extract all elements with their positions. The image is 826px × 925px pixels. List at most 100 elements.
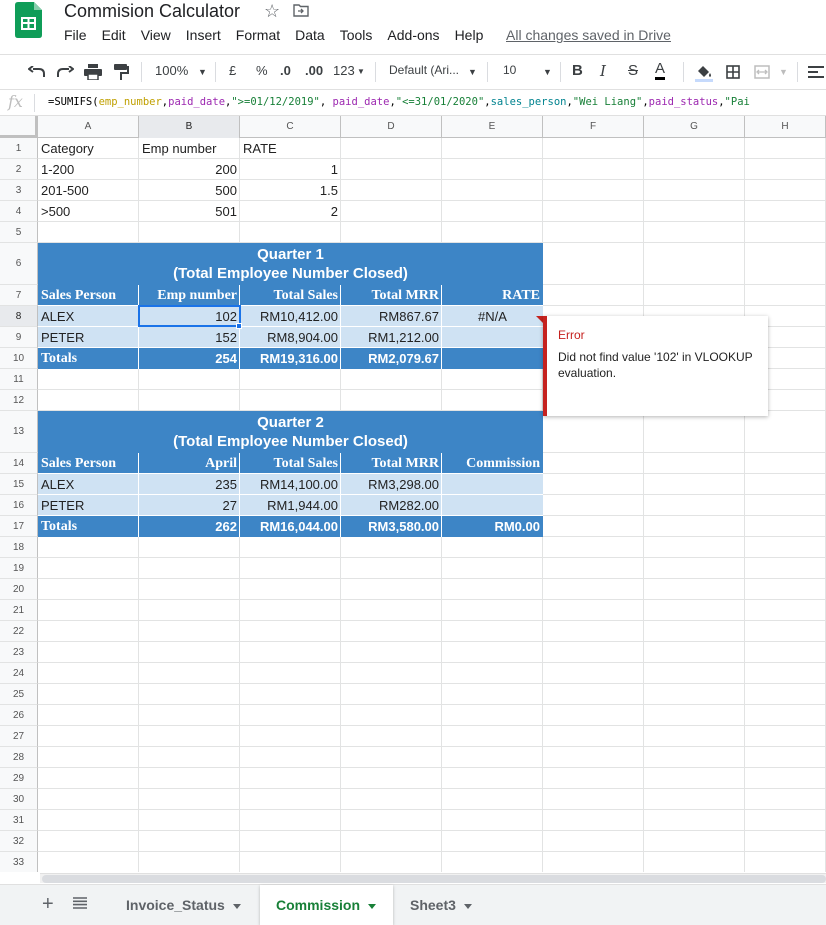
row-header-20[interactable]: 20 bbox=[0, 579, 38, 600]
text-color-button[interactable]: A bbox=[655, 60, 666, 80]
column-header-f[interactable]: F bbox=[543, 116, 644, 138]
paint-format-icon[interactable] bbox=[113, 64, 129, 80]
q1-data-cell: PETER bbox=[41, 330, 85, 345]
decrease-decimal-button[interactable]: .0 bbox=[280, 63, 291, 78]
column-header-h[interactable]: H bbox=[745, 116, 826, 138]
more-formats-dropdown-icon[interactable]: ▼ bbox=[357, 67, 365, 76]
move-to-folder-icon[interactable] bbox=[293, 4, 309, 17]
column-header-b[interactable]: B bbox=[139, 116, 240, 138]
tab-commission[interactable]: Commission bbox=[260, 885, 393, 925]
row-header-22[interactable]: 22 bbox=[0, 621, 38, 642]
merge-dropdown-icon[interactable]: ▼ bbox=[779, 67, 788, 77]
row-header-21[interactable]: 21 bbox=[0, 600, 38, 621]
scrollbar-thumb[interactable] bbox=[42, 875, 826, 883]
percent-format-button[interactable]: % bbox=[256, 63, 268, 78]
add-sheet-icon[interactable]: + bbox=[42, 893, 54, 916]
spreadsheet-grid[interactable]: A B C D E F G H 1 2 3 4 5 6 7 8 9 10 11 12 13 14 15 16 17 18 19 20 2… bbox=[0, 116, 826, 872]
currency-format-button[interactable]: £ bbox=[229, 63, 236, 78]
row-header-1[interactable]: 1 bbox=[0, 138, 38, 159]
row-header-11[interactable]: 11 bbox=[0, 369, 38, 390]
row-header-6[interactable]: 6 bbox=[0, 243, 38, 285]
row-header-30[interactable]: 30 bbox=[0, 789, 38, 810]
row-header-15[interactable]: 15 bbox=[0, 474, 38, 495]
font-size-select[interactable]: 10 bbox=[503, 63, 516, 77]
font-family-select[interactable]: Default (Ari... bbox=[389, 63, 459, 77]
menu-data[interactable]: Data bbox=[295, 27, 325, 43]
row-header-17[interactable]: 17 bbox=[0, 516, 38, 537]
column-header-g[interactable]: G bbox=[644, 116, 745, 138]
row-header-31[interactable]: 31 bbox=[0, 810, 38, 831]
select-all-corner[interactable] bbox=[0, 116, 38, 138]
formula-input[interactable]: =SUMIFS(emp_number,paid_date,">=01/12/20… bbox=[48, 96, 750, 108]
menu-addons[interactable]: Add-ons bbox=[387, 27, 439, 43]
tab-dropdown-icon[interactable] bbox=[232, 903, 241, 909]
more-formats-button[interactable]: 123 bbox=[333, 63, 355, 78]
tab-dropdown-icon[interactable] bbox=[463, 903, 472, 909]
row-header-28[interactable]: 28 bbox=[0, 747, 38, 768]
column-header-a[interactable]: A bbox=[38, 116, 139, 138]
merge-cells-icon[interactable] bbox=[754, 65, 770, 79]
grid-line bbox=[38, 599, 826, 600]
fx-icon: fx bbox=[8, 92, 23, 111]
menu-tools[interactable]: Tools bbox=[340, 27, 373, 43]
font-family-dropdown-icon[interactable]: ▼ bbox=[468, 67, 477, 77]
zoom-dropdown-icon[interactable]: ▼ bbox=[198, 67, 207, 77]
horizontal-scrollbar[interactable] bbox=[40, 873, 826, 883]
font-size-dropdown-icon[interactable]: ▼ bbox=[543, 67, 552, 77]
row-header-33[interactable]: 33 bbox=[0, 852, 38, 872]
strikethrough-button[interactable]: S bbox=[628, 62, 638, 79]
fill-color-icon[interactable] bbox=[695, 63, 713, 83]
row-header-27[interactable]: 27 bbox=[0, 726, 38, 747]
star-icon[interactable]: ☆ bbox=[264, 1, 280, 22]
q2-data-cell: RM3,298.00 bbox=[368, 477, 439, 492]
grid-line bbox=[38, 830, 826, 831]
increase-decimal-button[interactable]: .00 bbox=[305, 63, 323, 78]
row-header-2[interactable]: 2 bbox=[0, 159, 38, 180]
tab-invoice-status[interactable]: Invoice_Status bbox=[110, 885, 260, 925]
tab-dropdown-icon[interactable] bbox=[368, 903, 377, 909]
menu-edit[interactable]: Edit bbox=[102, 27, 126, 43]
row-header-12[interactable]: 12 bbox=[0, 390, 38, 411]
row-header-14[interactable]: 14 bbox=[0, 453, 38, 474]
all-sheets-menu-icon[interactable] bbox=[73, 897, 87, 909]
column-header-c[interactable]: C bbox=[240, 116, 341, 138]
row-header-23[interactable]: 23 bbox=[0, 642, 38, 663]
row-header-5[interactable]: 5 bbox=[0, 222, 38, 243]
row-header-10[interactable]: 10 bbox=[0, 348, 38, 369]
row-header-26[interactable]: 26 bbox=[0, 705, 38, 726]
row-header-3[interactable]: 3 bbox=[0, 180, 38, 201]
tab-sheet3[interactable]: Sheet3 bbox=[394, 885, 494, 925]
cell: RATE bbox=[243, 141, 277, 156]
menu-help[interactable]: Help bbox=[455, 27, 484, 43]
horizontal-align-icon[interactable] bbox=[808, 66, 824, 78]
row-header-7[interactable]: 7 bbox=[0, 285, 38, 306]
row-header-13[interactable]: 13 bbox=[0, 411, 38, 453]
menu-format[interactable]: Format bbox=[236, 27, 280, 43]
row-header-9[interactable]: 9 bbox=[0, 327, 38, 348]
sheets-logo-icon[interactable] bbox=[15, 2, 42, 38]
row-header-29[interactable]: 29 bbox=[0, 768, 38, 789]
row-header-8[interactable]: 8 bbox=[0, 306, 38, 327]
save-status-link[interactable]: All changes saved in Drive bbox=[506, 27, 671, 43]
borders-icon[interactable] bbox=[726, 65, 740, 79]
menu-insert[interactable]: Insert bbox=[186, 27, 221, 43]
italic-button[interactable]: I bbox=[600, 62, 606, 80]
redo-icon[interactable] bbox=[56, 66, 74, 78]
column-header-e[interactable]: E bbox=[442, 116, 543, 138]
row-header-18[interactable]: 18 bbox=[0, 537, 38, 558]
menu-view[interactable]: View bbox=[141, 27, 171, 43]
row-header-32[interactable]: 32 bbox=[0, 831, 38, 852]
document-title[interactable]: Commision Calculator bbox=[64, 1, 240, 22]
row-header-25[interactable]: 25 bbox=[0, 684, 38, 705]
undo-icon[interactable] bbox=[28, 66, 46, 78]
row-header-24[interactable]: 24 bbox=[0, 663, 38, 684]
bold-button[interactable]: B bbox=[572, 62, 583, 79]
fill-handle[interactable] bbox=[236, 323, 242, 329]
print-icon[interactable] bbox=[84, 64, 102, 80]
row-header-4[interactable]: 4 bbox=[0, 201, 38, 222]
zoom-select[interactable]: 100% bbox=[155, 63, 188, 78]
row-header-16[interactable]: 16 bbox=[0, 495, 38, 516]
row-header-19[interactable]: 19 bbox=[0, 558, 38, 579]
menu-file[interactable]: File bbox=[64, 27, 87, 43]
column-header-d[interactable]: D bbox=[341, 116, 442, 138]
